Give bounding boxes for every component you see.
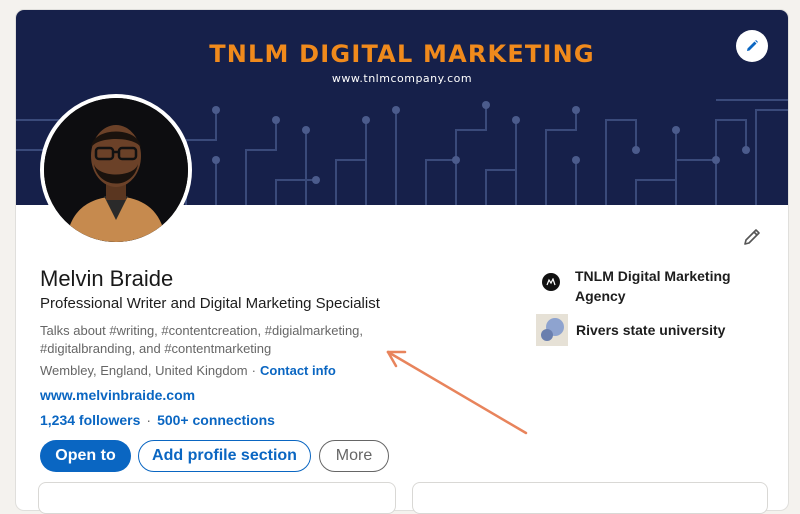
annotation-arrow: [386, 350, 528, 435]
